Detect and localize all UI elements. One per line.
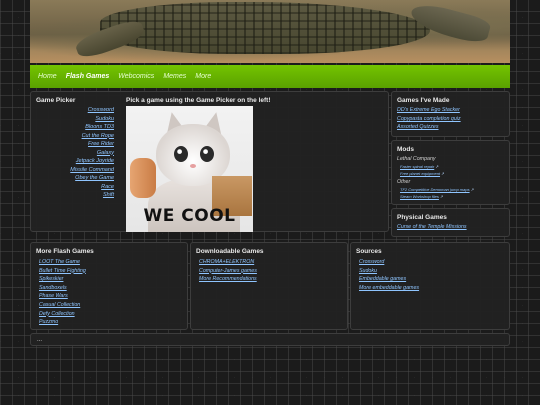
- flash-game-link[interactable]: Phase Wars: [39, 293, 68, 299]
- game-link[interactable]: Sudoku: [95, 116, 114, 122]
- external-link-icon: ↗: [435, 164, 439, 169]
- physical-games-title: Physical Games: [397, 214, 447, 221]
- source-link[interactable]: Embeddable games: [359, 276, 406, 282]
- games-made-list: DD's Extreme Ego Stacker Copypasta compl…: [397, 106, 461, 132]
- downloadable-game-link[interactable]: Computer-James games: [199, 268, 257, 274]
- game-picker-panel: Game Picker Crossword Sudoku Bloons TD3 …: [30, 91, 389, 232]
- crocodile-leg: [407, 0, 493, 46]
- mod-link[interactable]: Free planet equipment: [400, 171, 440, 176]
- cat-meme-image: WE COOL: [126, 106, 253, 232]
- cat-eye: [200, 146, 214, 162]
- external-link-icon: ↗: [440, 194, 444, 199]
- downloadable-game-link[interactable]: More Recommendations: [199, 276, 257, 282]
- source-link[interactable]: Crossword: [359, 259, 384, 265]
- more-flash-games-title: More Flash Games: [36, 248, 94, 255]
- downloadable-games-title: Downloadable Games: [196, 248, 264, 255]
- mods-group-name: Other: [397, 179, 411, 185]
- games-made-panel: Games I've Made DD's Extreme Ego Stacker…: [391, 91, 510, 137]
- game-link[interactable]: Galaxy: [97, 150, 114, 156]
- game-link[interactable]: Obey the Game: [75, 175, 114, 181]
- downloadable-game-link[interactable]: CHROMA+ELEKTRON: [199, 259, 254, 265]
- flash-game-link[interactable]: LOOT The Game: [39, 259, 80, 265]
- external-link-icon: ↗: [441, 171, 445, 176]
- mod-link[interactable]: TF2 Competitive Demoman jump maps: [400, 187, 470, 192]
- flash-game-link[interactable]: Defy Collection: [39, 311, 75, 317]
- game-link[interactable]: Shift: [103, 192, 114, 198]
- external-link-icon: ↗: [470, 187, 475, 192]
- nav-flash-games[interactable]: Flash Games: [66, 73, 110, 80]
- thumbs-up-hand: [130, 158, 156, 198]
- game-link[interactable]: Jetpack Joyride: [76, 158, 114, 164]
- footer-bar: ...: [30, 333, 510, 346]
- flash-game-link[interactable]: Spikeskier: [39, 276, 63, 282]
- more-flash-games-list: LOOT The Game Bullet Time Fighting Spike…: [39, 258, 86, 327]
- source-link[interactable]: More embeddable games: [359, 285, 419, 291]
- game-link[interactable]: Race: [101, 184, 114, 190]
- mod-link[interactable]: Steam Workshop files: [400, 194, 439, 199]
- source-link[interactable]: Sudoku: [359, 268, 377, 274]
- game-link[interactable]: Crossword: [88, 107, 114, 113]
- nav-home[interactable]: Home: [38, 73, 57, 80]
- flash-game-link[interactable]: Puzzmo: [39, 319, 58, 325]
- mods-group-name: Lethal Company: [397, 156, 436, 162]
- downloadable-games-panel: Downloadable Games CHROMA+ELEKTRON Compu…: [190, 242, 348, 330]
- meme-caption: WE COOL: [143, 206, 236, 226]
- games-made-link[interactable]: DD's Extreme Ego Stacker: [397, 107, 460, 113]
- flash-game-link[interactable]: Sandboxels: [39, 285, 67, 291]
- games-made-link[interactable]: Copypasta completion quiz: [397, 116, 461, 122]
- game-list: Crossword Sudoku Bloons TD3 Cut the Rope…: [70, 106, 114, 200]
- game-link[interactable]: Missile Command: [70, 167, 114, 173]
- crocodile-body: [100, 2, 430, 54]
- downloadable-games-list: CHROMA+ELEKTRON Computer-James games Mor…: [199, 258, 257, 284]
- physical-game-link[interactable]: Curse of the Temple Missions: [397, 224, 467, 230]
- game-picker-title: Game Picker: [36, 97, 76, 104]
- nav-memes[interactable]: Memes: [163, 73, 186, 80]
- games-made-title: Games I've Made: [397, 97, 450, 104]
- nav-more[interactable]: More: [195, 73, 211, 80]
- games-made-link[interactable]: Assorted Quizzes: [397, 124, 439, 130]
- mods-panel: Mods Lethal Company Faster spinal repair…: [391, 140, 510, 205]
- mods-title: Mods: [397, 146, 414, 153]
- game-link[interactable]: Bloons TD3: [85, 124, 114, 130]
- flash-game-link[interactable]: Bullet Time Fighting: [39, 268, 86, 274]
- physical-games-panel: Physical Games Curse of the Temple Missi…: [391, 208, 510, 237]
- header-banner-image: [30, 0, 510, 63]
- footer-text: ...: [37, 337, 43, 343]
- flash-game-link[interactable]: Casual Collection: [39, 302, 80, 308]
- main-nav: Home Flash Games Webcomics Memes More: [30, 65, 510, 88]
- sources-title: Sources: [356, 248, 382, 255]
- nav-webcomics[interactable]: Webcomics: [118, 73, 154, 80]
- game-link[interactable]: Free Rider: [88, 141, 114, 147]
- cat-eye: [174, 146, 188, 162]
- sources-panel: Sources Crossword Sudoku Embeddable game…: [350, 242, 510, 330]
- sources-list: Crossword Sudoku Embeddable games More e…: [359, 258, 419, 292]
- cat-nose: [190, 164, 196, 168]
- mod-link[interactable]: Faster spinal repair: [400, 164, 434, 169]
- game-link[interactable]: Cut the Rope: [82, 133, 114, 139]
- pick-game-prompt: Pick a game using the Game Picker on the…: [126, 97, 271, 104]
- more-flash-games-panel: More Flash Games LOOT The Game Bullet Ti…: [30, 242, 188, 330]
